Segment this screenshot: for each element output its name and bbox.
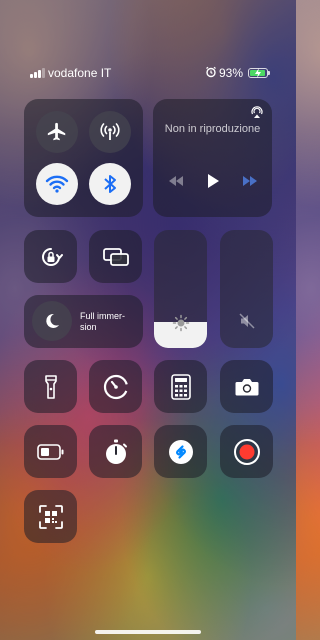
airplane-icon xyxy=(47,122,66,141)
battery-icon xyxy=(248,68,270,78)
orientation-lock-button[interactable] xyxy=(24,230,77,283)
sun-icon xyxy=(172,314,190,332)
low-power-mode-button[interactable] xyxy=(24,425,77,478)
volume-slider[interactable] xyxy=(220,230,273,348)
screen-mirroring-button[interactable] xyxy=(89,230,142,283)
stopwatch-icon xyxy=(105,439,127,464)
rewind-icon[interactable] xyxy=(167,173,185,189)
moon-icon xyxy=(46,313,59,328)
now-playing-tile[interactable]: Non in riproduzione xyxy=(153,99,272,217)
cellular-data-button[interactable] xyxy=(89,111,131,153)
flashlight-icon xyxy=(44,374,57,399)
antenna-icon xyxy=(100,123,120,140)
rotation-lock-icon xyxy=(41,247,63,266)
airplay-icon[interactable] xyxy=(250,105,264,119)
play-icon[interactable] xyxy=(206,173,220,189)
qr-code-scanner-button[interactable] xyxy=(24,490,77,543)
brightness-slider[interactable] xyxy=(154,230,207,348)
stopwatch-button[interactable] xyxy=(89,425,142,478)
shazam-icon xyxy=(168,439,193,464)
camera-icon xyxy=(235,378,258,395)
bluetooth-icon xyxy=(104,175,116,193)
screen-recording-button[interactable] xyxy=(220,425,273,478)
wifi-icon xyxy=(45,175,69,193)
wifi-button[interactable] xyxy=(36,163,78,205)
status-bar: vodafone IT 93% xyxy=(0,64,296,82)
focus-icon-circle xyxy=(32,301,72,341)
speaker-muted-icon xyxy=(239,313,255,329)
bluetooth-button[interactable] xyxy=(89,163,131,205)
flashlight-button[interactable] xyxy=(24,360,77,413)
camera-button[interactable] xyxy=(220,360,273,413)
qr-code-scanner-icon xyxy=(38,504,63,529)
carrier-name: vodafone IT xyxy=(48,66,112,80)
airplane-mode-button[interactable] xyxy=(36,111,78,153)
timer-button[interactable] xyxy=(89,360,142,413)
home-indicator[interactable] xyxy=(95,630,201,634)
screen-record-icon xyxy=(233,438,260,465)
screen-mirroring-icon xyxy=(102,247,129,266)
shazam-button[interactable] xyxy=(154,425,207,478)
now-playing-title: Non in riproduzione xyxy=(164,123,261,135)
focus-label: Full immer-sion xyxy=(80,311,125,332)
fast-forward-icon[interactable] xyxy=(241,173,259,189)
timer-icon xyxy=(103,374,128,399)
calculator-icon xyxy=(170,373,191,400)
cellular-signal-icon xyxy=(30,68,45,78)
connectivity-tile xyxy=(24,99,143,217)
battery-percentage: 93% xyxy=(219,66,244,80)
low-power-battery-icon xyxy=(36,443,63,460)
focus-button[interactable]: Full immer-sion xyxy=(24,295,143,348)
calculator-button[interactable] xyxy=(154,360,207,413)
alarm-clock-icon xyxy=(206,66,216,78)
